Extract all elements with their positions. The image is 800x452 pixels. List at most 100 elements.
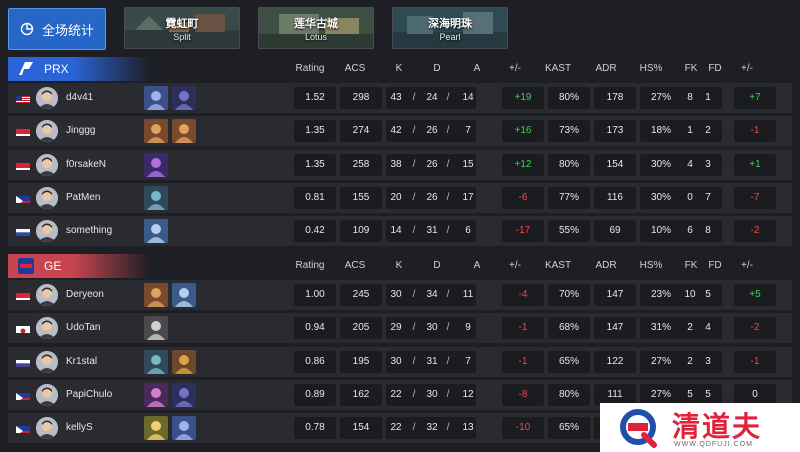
kda-separator: / bbox=[446, 355, 450, 367]
player-row[interactable]: Deryeon 1.00 245 -4 70% 147 23% +5 30 34 11 / / 10 5 bbox=[8, 280, 792, 310]
stat-k: 30 bbox=[390, 289, 402, 300]
player-name[interactable]: Kr1stal bbox=[66, 347, 97, 377]
team-logo bbox=[16, 256, 36, 276]
stat-fdiff: +7 bbox=[734, 87, 776, 109]
stat-fk: 10 bbox=[684, 289, 696, 300]
stat-acs: 195 bbox=[340, 350, 382, 373]
stat-acs: 109 bbox=[340, 220, 382, 243]
kda-separator: / bbox=[446, 322, 450, 334]
agent-jett-icon bbox=[172, 283, 196, 307]
ge-logo-icon bbox=[18, 258, 34, 274]
stat-hs: 10% bbox=[640, 220, 682, 243]
flag bbox=[16, 290, 30, 300]
stat-diff: -17 bbox=[502, 220, 544, 243]
flag bbox=[16, 93, 30, 103]
player-name[interactable]: f0rsakeN bbox=[66, 150, 106, 180]
kda-separator: / bbox=[446, 225, 450, 237]
stat-rating: 1.00 bbox=[294, 284, 336, 306]
stat-kast: 80% bbox=[548, 153, 590, 176]
stat-d: 26 bbox=[426, 125, 438, 137]
player-row[interactable]: d4v41 1.52 298 +19 80% 178 27% +7 43 24 14//8 1 bbox=[8, 83, 792, 113]
avatar bbox=[36, 87, 58, 109]
kda-separator: / bbox=[446, 158, 450, 170]
stat-diff: -1 bbox=[502, 317, 544, 340]
kda-separator: / bbox=[446, 92, 450, 103]
fkfd-cell: 81 bbox=[678, 87, 722, 109]
top-bar: 全场统计 霓虹町 Split 莲华古城 Lotus 深海明珠 Pearl bbox=[0, 0, 800, 56]
stat-fd: 4 bbox=[705, 322, 711, 334]
player-name[interactable]: d4v41 bbox=[66, 83, 93, 113]
stat-d: 24 bbox=[426, 92, 438, 103]
stat-fk: 2 bbox=[687, 322, 693, 334]
player-name[interactable]: Deryeon bbox=[66, 280, 104, 310]
agent-sova-icon bbox=[172, 416, 196, 441]
stat-d: 31 bbox=[426, 225, 438, 237]
stat-kast: 73% bbox=[548, 120, 590, 143]
player-name[interactable]: UdoTan bbox=[66, 313, 100, 343]
column-header: ACS bbox=[344, 260, 366, 271]
agent-cypher-icon bbox=[144, 316, 168, 341]
stat-rating: 0.94 bbox=[294, 317, 336, 340]
map-name-zh: 深海明珠 bbox=[428, 18, 472, 30]
stat-a: 13 bbox=[462, 422, 474, 434]
stat-hs: 30% bbox=[640, 153, 682, 176]
column-header: A bbox=[473, 63, 481, 74]
stat-k: 22 bbox=[390, 388, 402, 400]
stat-kast: 68% bbox=[548, 317, 590, 340]
kda-cell: 22 30 12 / / bbox=[386, 383, 476, 406]
map-name-zh: 霓虹町 bbox=[165, 18, 199, 30]
map-tab-split[interactable]: 霓虹町 Split bbox=[124, 7, 240, 49]
stat-rating: 0.89 bbox=[294, 383, 336, 406]
stat-k: 38 bbox=[390, 158, 402, 170]
stat-d: 26 bbox=[426, 158, 438, 170]
stat-diff: -1 bbox=[502, 350, 544, 373]
overall-stats-button[interactable]: 全场统计 bbox=[8, 8, 106, 50]
player-row[interactable]: PatMen 0.81 155 -6 77% 116 30% -7 20 26 17 / / 0 7 bbox=[8, 182, 792, 213]
player-row[interactable]: Jinggg 1.35 274 +16 73% 173 18% -1 42 26 7 / / 1 2 bbox=[8, 116, 792, 147]
player-name[interactable]: Jinggg bbox=[66, 116, 95, 146]
stat-rating: 0.42 bbox=[294, 220, 336, 243]
player-row[interactable]: Kr1stal 0.86 195 -1 65% 122 27% -1 30 31 7//2 3 bbox=[8, 346, 792, 377]
player-name[interactable]: PatMen bbox=[66, 183, 100, 213]
agent-omen-icon bbox=[172, 86, 196, 110]
kda-separator: / bbox=[412, 322, 416, 334]
player-name[interactable]: kellyS bbox=[66, 413, 93, 443]
kda-separator: / bbox=[412, 388, 416, 400]
kda-separator: / bbox=[446, 422, 450, 434]
stat-rating: 0.86 bbox=[294, 350, 336, 373]
column-header: ACS bbox=[344, 63, 366, 74]
player-name[interactable]: something bbox=[66, 216, 112, 246]
stat-a: 15 bbox=[462, 158, 474, 170]
stat-diff: -6 bbox=[502, 186, 544, 209]
stat-fk: 0 bbox=[687, 191, 693, 203]
stat-fdiff: -2 bbox=[734, 220, 776, 243]
stat-fdiff: +1 bbox=[734, 153, 776, 176]
stat-fdiff: -7 bbox=[734, 186, 776, 209]
player-row[interactable]: f0rsakeN 1.35 258 +12 80% 154 30% +1 38 26 15 / / 4 3 bbox=[8, 149, 792, 180]
player-name[interactable]: PapiChulo bbox=[66, 380, 112, 410]
agent-harbor-icon bbox=[144, 185, 168, 210]
player-row[interactable]: something 0.42 109 -17 55% 69 10% -2 14 31 6//6 8 bbox=[8, 216, 792, 247]
stat-a: 6 bbox=[465, 225, 471, 237]
kda-cell: 20 26 17 / / bbox=[386, 186, 476, 209]
map-tab-pearl[interactable]: 深海明珠 Pearl bbox=[392, 7, 508, 49]
stat-k: 30 bbox=[390, 355, 402, 367]
stat-a: 12 bbox=[462, 388, 474, 400]
map-tab-lotus[interactable]: 莲华古城 Lotus bbox=[258, 7, 374, 49]
stat-fk: 1 bbox=[687, 125, 693, 137]
stat-hs: 30% bbox=[640, 186, 682, 209]
stat-fdiff: -1 bbox=[734, 120, 776, 143]
column-header: D bbox=[433, 260, 441, 271]
fkfd-cell: 23 bbox=[678, 350, 722, 373]
flag-ph-icon bbox=[16, 195, 30, 203]
stat-kast: 65% bbox=[548, 350, 590, 373]
map-name-en: Split bbox=[173, 32, 191, 42]
column-header: KAST bbox=[544, 63, 572, 74]
fkfd-cell: 12 bbox=[678, 120, 722, 143]
kda-cell: 38 26 15 / / bbox=[386, 153, 476, 176]
stat-acs: 298 bbox=[340, 87, 382, 109]
kda-cell: 30 34 11 / / bbox=[386, 284, 476, 306]
pie-chart-icon bbox=[20, 22, 34, 36]
flag-kr-icon bbox=[16, 326, 30, 334]
player-row[interactable]: UdoTan 0.94 205 -1 68% 147 31% -2 29 30 9 / / 2 4 bbox=[8, 313, 792, 344]
